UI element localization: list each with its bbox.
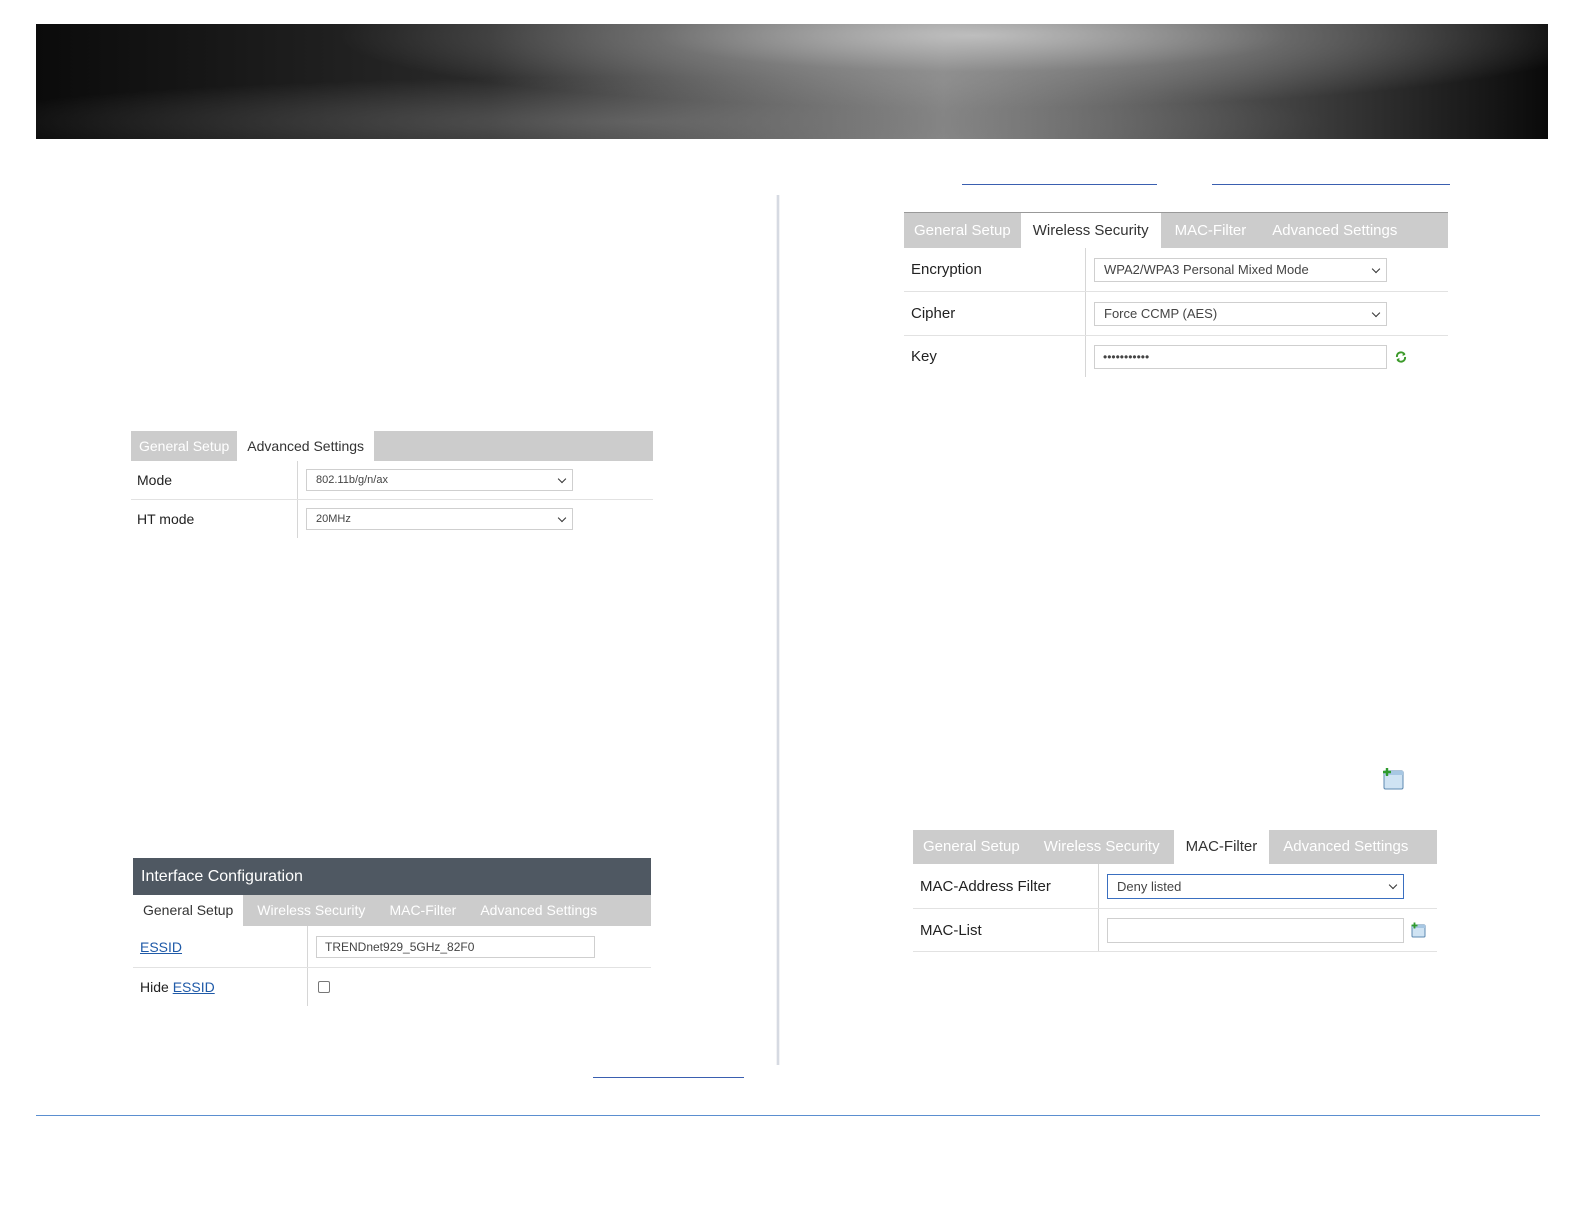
- mac-address-filter-label: MAC-Address Filter: [920, 877, 1051, 895]
- mode-label: Mode: [137, 472, 173, 488]
- mac-list-input[interactable]: [1107, 917, 1404, 943]
- tab-bar: General Setup Wireless Security MAC-Filt…: [913, 830, 1437, 864]
- form-row: ESSID TRENDnet929_5GHz_82F0: [133, 926, 651, 968]
- hide-essid-checkbox[interactable]: [318, 981, 330, 993]
- cipher-select[interactable]: Force CCMP (AES): [1094, 301, 1387, 326]
- panel-header: Interface Configuration: [133, 858, 651, 895]
- form-row: MAC-List: [913, 909, 1437, 952]
- essid-link[interactable]: ESSID: [140, 939, 182, 955]
- form-row: Key •••••••••••: [904, 336, 1448, 377]
- key-label: Key: [911, 348, 937, 365]
- tab-general-setup[interactable]: General Setup: [913, 830, 1030, 864]
- mac-filter-panel: General Setup Wireless Security MAC-Filt…: [913, 830, 1437, 952]
- link-underline[interactable]: [593, 1077, 744, 1078]
- mode-select[interactable]: 802.11b/g/n/ax: [306, 469, 573, 491]
- link-underline[interactable]: [962, 184, 1157, 185]
- tab-wireless-security[interactable]: Wireless Security: [243, 895, 379, 926]
- refresh-icon[interactable]: [1395, 350, 1407, 363]
- tab-advanced-settings[interactable]: Advanced Settings: [1260, 213, 1409, 248]
- essid-input[interactable]: TRENDnet929_5GHz_82F0: [316, 935, 595, 958]
- tab-bar: General Setup Advanced Settings: [131, 431, 653, 461]
- tab-mac-filter[interactable]: MAC-Filter: [379, 895, 466, 926]
- key-input[interactable]: •••••••••••: [1094, 344, 1387, 369]
- link-underline[interactable]: [1212, 184, 1450, 185]
- tab-bar: General Setup Wireless Security MAC-Filt…: [904, 213, 1448, 248]
- chevron-down-icon: [557, 474, 567, 484]
- form-row: Cipher Force CCMP (AES): [904, 292, 1448, 336]
- mac-address-filter-select[interactable]: Deny listed: [1107, 873, 1404, 899]
- chevron-down-icon: [1371, 308, 1381, 317]
- interface-configuration-panel: Interface Configuration General Setup Wi…: [133, 858, 651, 1006]
- form-row: Encryption WPA2/WPA3 Personal Mixed Mode: [904, 248, 1448, 292]
- wireless-advanced-panel: General Setup Advanced Settings Mode 802…: [131, 431, 653, 538]
- hide-essid-label: Hide: [140, 979, 169, 995]
- form-row: MAC-Address Filter Deny listed: [913, 864, 1437, 909]
- tab-advanced-settings[interactable]: Advanced Settings: [466, 895, 611, 926]
- chevron-down-icon: [1371, 264, 1381, 273]
- ht-mode-select[interactable]: 20MHz: [306, 508, 573, 530]
- tab-wireless-security[interactable]: Wireless Security: [1020, 213, 1161, 248]
- form-row: HT mode 20MHz: [131, 500, 653, 538]
- tab-general-setup[interactable]: General Setup: [131, 431, 237, 461]
- ht-mode-label: HT mode: [137, 511, 195, 527]
- footer-rule: [36, 1115, 1540, 1116]
- tab-general-setup[interactable]: General Setup: [904, 213, 1021, 248]
- tab-advanced-settings[interactable]: Advanced Settings: [237, 431, 375, 461]
- add-entry-icon[interactable]: [1410, 922, 1426, 938]
- tab-mac-filter[interactable]: MAC-Filter: [1173, 830, 1270, 864]
- add-entry-icon: [1383, 768, 1404, 790]
- tab-mac-filter[interactable]: MAC-Filter: [1161, 213, 1261, 248]
- tab-advanced-settings[interactable]: Advanced Settings: [1269, 830, 1422, 864]
- tab-wireless-security[interactable]: Wireless Security: [1030, 830, 1174, 864]
- column-divider: [776, 195, 780, 1065]
- header-banner: [36, 24, 1548, 139]
- chevron-down-icon: [1388, 880, 1398, 889]
- chevron-down-icon: [557, 513, 567, 523]
- mac-list-label: MAC-List: [920, 921, 982, 939]
- essid-link[interactable]: ESSID: [173, 979, 215, 995]
- form-row: Hide ESSID: [133, 968, 651, 1006]
- tab-bar: General Setup Wireless Security MAC-Filt…: [133, 895, 651, 926]
- tab-general-setup[interactable]: General Setup: [133, 895, 244, 926]
- wireless-security-panel: General Setup Wireless Security MAC-Filt…: [904, 212, 1448, 377]
- encryption-select[interactable]: WPA2/WPA3 Personal Mixed Mode: [1094, 257, 1387, 282]
- cipher-label: Cipher: [911, 305, 956, 322]
- form-row: Mode 802.11b/g/n/ax: [131, 461, 653, 500]
- encryption-label: Encryption: [911, 261, 982, 278]
